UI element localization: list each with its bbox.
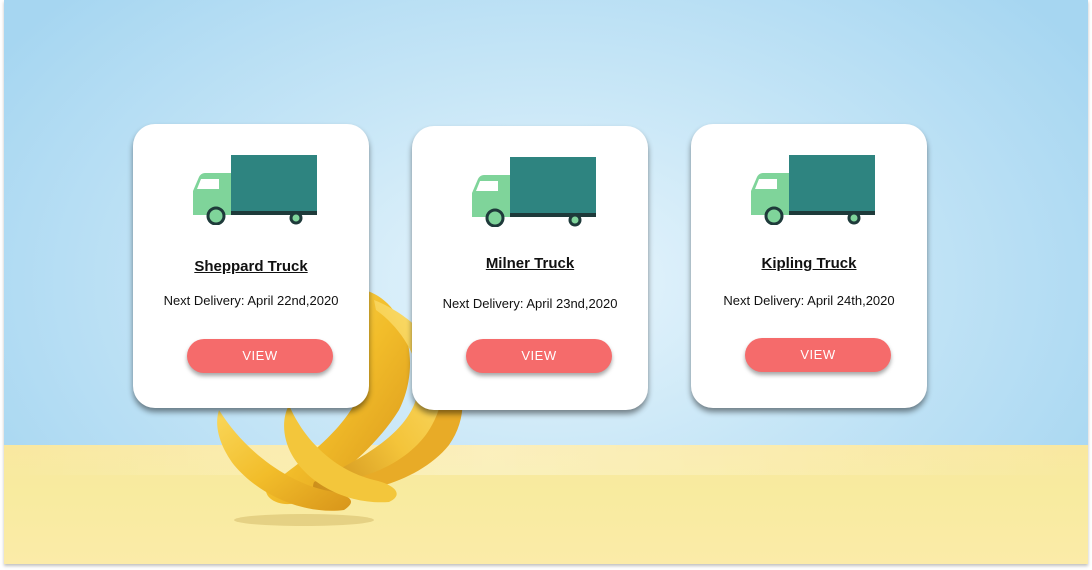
truck-name: Milner Truck [485,255,575,272]
truck-card: Milner Truck Next Delivery: April 23nd,2… [412,126,648,410]
view-button[interactable]: VIEW [466,339,612,373]
truck-name: Sheppard Truck [194,258,308,275]
view-button[interactable]: VIEW [745,338,891,372]
view-button[interactable]: VIEW [187,339,333,373]
background-scene: Sheppard Truck Next Delivery: April 22nd… [4,0,1088,564]
next-delivery-text: Next Delivery: April 23nd,2020 [442,296,618,311]
truck-name: Kipling Truck [761,255,857,272]
truck-card: Sheppard Truck Next Delivery: April 22nd… [133,124,369,408]
truck-icon [193,155,317,225]
truck-icon [751,155,875,225]
truck-icon [472,157,596,227]
next-delivery-text: Next Delivery: April 22nd,2020 [163,293,339,308]
truck-card: Kipling Truck Next Delivery: April 24th,… [691,124,927,408]
next-delivery-text: Next Delivery: April 24th,2020 [723,293,895,308]
